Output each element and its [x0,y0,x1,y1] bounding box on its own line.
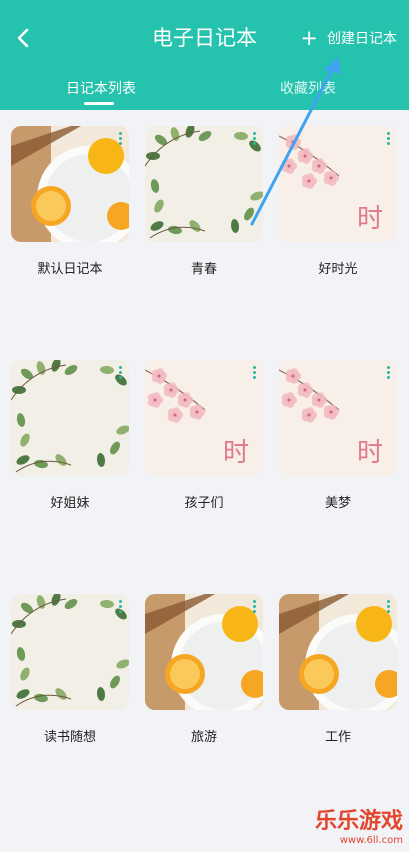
tab-notebook-list[interactable]: 日记本列表 [66,78,136,98]
notebook-cover[interactable] [11,360,129,476]
active-tab-indicator [84,102,114,105]
cover-char: 时 [222,438,249,468]
notebook-card[interactable]: 青春 [145,126,263,277]
notebook-name: 读书随想 [43,730,96,745]
notebook-name: 美梦 [324,496,351,511]
notebook-card[interactable]: 读书随想 [11,594,129,745]
tab-favorites[interactable]: 收藏列表 [280,78,336,98]
more-options-icon[interactable] [119,132,123,146]
more-options-icon[interactable] [387,366,391,380]
app-header: 电子日记本 + 创建日记本 日记本列表 收藏列表 [0,0,409,110]
notebook-cover[interactable] [11,126,129,242]
watermark: 乐乐游戏 www.6ll.com [315,803,403,846]
notebook-cover[interactable] [279,594,397,710]
more-options-icon[interactable] [253,600,257,614]
notebook-card[interactable]: 旅游 [145,594,263,745]
notebook-name: 旅游 [190,730,217,745]
notebook-cover[interactable]: 时 [279,360,397,476]
watermark-logo: 乐乐游戏 [314,809,403,834]
more-options-icon[interactable] [119,366,123,380]
notebook-card[interactable]: 时 孩子们 [145,360,263,511]
more-options-icon[interactable] [387,132,391,146]
notebook-cover[interactable] [145,594,263,710]
more-options-icon[interactable] [253,132,257,146]
more-options-icon[interactable] [387,600,391,614]
cover-char: 时 [356,204,383,234]
more-options-icon[interactable] [253,366,257,380]
notebook-cover[interactable]: 时 [145,360,263,476]
notebook-name: 好姐妹 [50,496,90,511]
notebook-card[interactable]: 时 美梦 [279,360,397,511]
more-options-icon[interactable] [119,600,123,614]
notebook-name: 工作 [324,730,351,745]
create-notebook-button[interactable]: + 创建日记本 [300,26,397,50]
notebook-name: 默认日记本 [37,262,103,277]
notebook-card[interactable]: 工作 [279,594,397,745]
watermark-url: www.6ll.com [339,835,403,846]
notebook-name: 好时光 [318,262,358,277]
notebook-name: 青春 [190,262,217,277]
notebook-card[interactable]: 时 好时光 [279,126,397,277]
create-notebook-label: 创建日记本 [327,31,397,47]
notebook-name: 孩子们 [184,496,224,511]
notebook-card[interactable]: 默认日记本 [11,126,129,277]
notebook-cover[interactable] [145,126,263,242]
tab-bar: 日记本列表 收藏列表 [0,72,409,110]
notebook-cover[interactable]: 时 [279,126,397,242]
cover-char: 时 [356,438,383,468]
notebook-cover[interactable] [11,594,129,710]
notebook-card[interactable]: 好姐妹 [11,360,129,511]
plus-icon: + [300,26,318,50]
